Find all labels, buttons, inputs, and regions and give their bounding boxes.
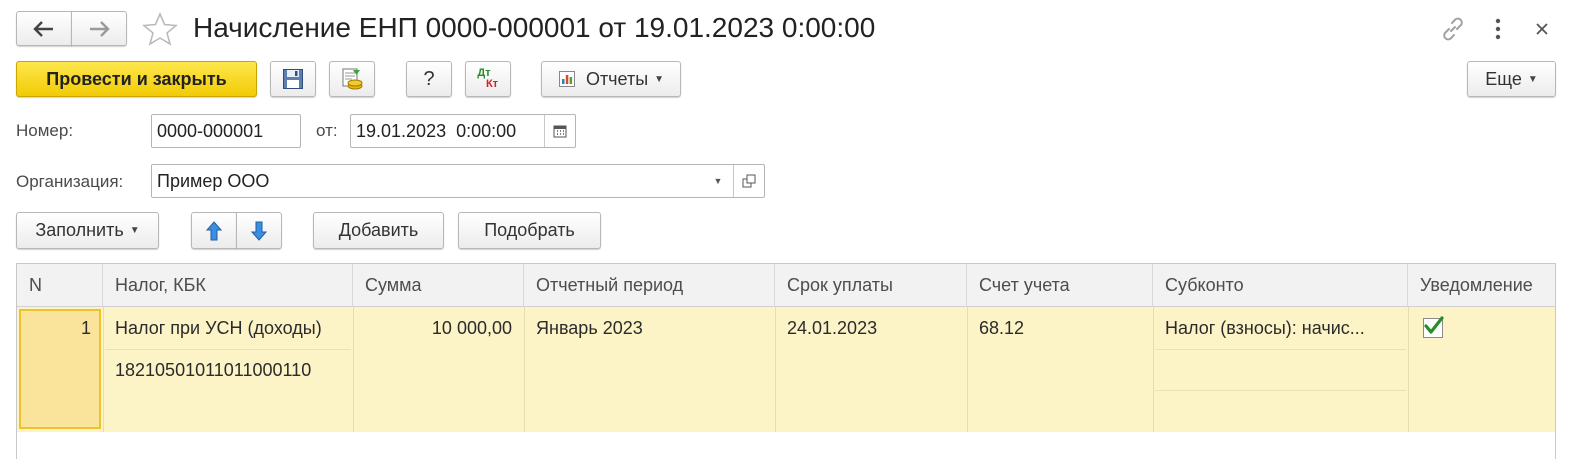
add-button[interactable]: Добавить	[313, 212, 444, 249]
calendar-icon	[553, 125, 567, 138]
post-button[interactable]	[329, 61, 375, 97]
column-header-period[interactable]: Отчетный период	[524, 264, 775, 307]
column-header-account[interactable]: Счет учета	[967, 264, 1153, 307]
cell-sum[interactable]: 10 000,00	[353, 318, 512, 339]
post-document-icon	[342, 68, 363, 90]
link-icon[interactable]	[1440, 16, 1466, 42]
taxes-table: N Налог, КБК Сумма Отчетный период Срок …	[16, 263, 1556, 459]
date-label: от:	[316, 121, 338, 140]
dt-kt-button[interactable]: Дт Кт	[465, 61, 511, 97]
column-header-n[interactable]: N	[17, 264, 103, 307]
help-button[interactable]: ?	[406, 61, 452, 97]
open-window-icon	[742, 174, 756, 188]
move-up-button[interactable]	[191, 212, 237, 249]
sub-row-divider	[1155, 349, 1406, 350]
sub-row-divider	[1155, 390, 1406, 391]
notice-checkbox[interactable]	[1423, 316, 1444, 338]
number-field[interactable]: 0000-000001	[151, 114, 301, 148]
chevron-down-icon: ▼	[1527, 73, 1538, 85]
page-title: Начисление ЕНП 0000-000001 от 19.01.2023…	[193, 12, 876, 43]
column-header-notice[interactable]: Уведомление	[1408, 264, 1555, 307]
organization-label: Организация:	[16, 172, 124, 191]
reports-label: Отчеты	[585, 68, 649, 89]
number-label: Номер:	[16, 121, 74, 140]
post-and-close-button[interactable]: Провести и закрыть	[16, 61, 257, 97]
column-header-due[interactable]: Срок уплаты	[775, 264, 967, 307]
kebab-menu-icon[interactable]	[1490, 17, 1506, 41]
arrow-left-icon	[33, 20, 53, 37]
more-label: Еще	[1485, 68, 1522, 89]
arrow-right-icon	[90, 20, 110, 37]
organization-open-button[interactable]	[733, 165, 764, 197]
reports-button[interactable]: Отчеты ▼	[541, 61, 681, 97]
cell-period[interactable]: Январь 2023	[524, 318, 775, 339]
cell-due[interactable]: 24.01.2023	[775, 318, 967, 339]
organization-dropdown-button[interactable]: ▼	[703, 165, 733, 197]
move-down-button[interactable]	[236, 212, 282, 249]
save-button[interactable]	[270, 61, 316, 97]
close-icon[interactable]	[1533, 20, 1551, 38]
organization-field[interactable]: Пример ООО ▼	[151, 164, 765, 198]
forward-button[interactable]	[71, 11, 127, 46]
column-header-tax[interactable]: Налог, КБК	[103, 264, 353, 307]
floppy-disk-icon	[283, 69, 303, 89]
column-header-subconto[interactable]: Субконто	[1153, 264, 1408, 307]
back-button[interactable]	[16, 11, 72, 46]
cell-kbk[interactable]: 18210501011011000110	[103, 360, 353, 381]
chevron-down-icon: ▼	[129, 225, 140, 236]
date-value: 19.01.2023 0:00:00	[356, 120, 517, 141]
fill-button[interactable]: Заполнить ▼	[16, 212, 159, 249]
cell-subconto[interactable]: Налог (взносы): начис...	[1153, 318, 1408, 339]
kt-label: Кт	[485, 78, 499, 90]
organization-value: Пример ООО	[157, 170, 270, 191]
column-header-sum[interactable]: Сумма	[353, 264, 524, 307]
cell-account[interactable]: 68.12	[967, 318, 1153, 339]
calendar-button[interactable]	[544, 115, 575, 147]
cell-n: 1	[80, 318, 91, 338]
chevron-down-icon: ▼	[654, 73, 665, 85]
chevron-down-icon: ▼	[713, 176, 723, 186]
more-button[interactable]: Еще ▼	[1467, 61, 1556, 97]
fill-label: Заполнить	[35, 220, 124, 240]
report-chart-icon	[558, 71, 575, 87]
cell-tax[interactable]: Налог при УСН (доходы)	[103, 318, 353, 339]
arrow-up-icon	[206, 220, 222, 240]
star-icon[interactable]	[142, 12, 178, 46]
checkmark-icon	[1424, 316, 1444, 334]
pick-button[interactable]: Подобрать	[458, 212, 601, 249]
date-field[interactable]: 19.01.2023 0:00:00	[350, 114, 576, 148]
arrow-down-icon	[251, 221, 267, 241]
column-divider	[1408, 307, 1409, 432]
sub-row-divider	[105, 349, 351, 350]
